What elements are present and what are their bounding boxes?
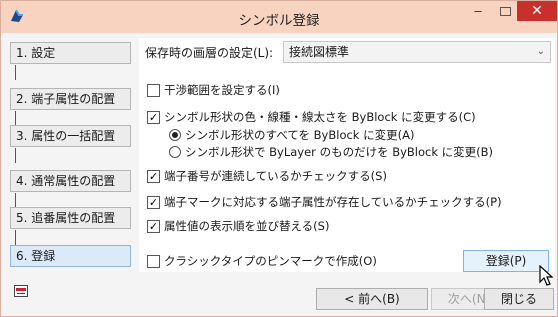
terminal-sequence-label: 端子番号が連続しているかチェックする(S)	[164, 169, 387, 183]
dialog-window: シンボル登録 ‒ ✕ 1. 設定 2. 端子属性の配置 3. 属性の一括配置 4…	[0, 0, 558, 317]
step-terminal-attributes[interactable]: 2. 端子属性の配置	[10, 88, 131, 110]
close-window-button[interactable]: ✕	[517, 1, 557, 21]
radio-all-byblock[interactable]: シンボル形状のすべてを ByBlock に変更(A)	[169, 127, 414, 143]
terminal-mark-checkbox[interactable]: ✓ 端子マークに対応する端子属性が存在しているかチェックする(P)	[147, 194, 502, 210]
step-settings[interactable]: 1. 設定	[10, 42, 131, 64]
close-button[interactable]: 閉じる	[484, 288, 554, 310]
classic-pin-checkbox[interactable]: クラシックタイプのピンマークで作成(O)	[147, 253, 377, 269]
interference-checkbox[interactable]: 干渉範囲を設定する(I)	[147, 82, 280, 98]
step-connector	[15, 148, 16, 163]
radio-selected-icon	[169, 129, 181, 141]
checkbox-box: ✓	[147, 169, 160, 183]
mouse-pointer-icon	[539, 265, 554, 286]
layer-select[interactable]: 接続図標準 ⌄	[283, 41, 551, 63]
terminal-mark-label: 端子マークに対応する端子属性が存在しているかチェックする(P)	[164, 195, 502, 209]
interference-label: 干渉範囲を設定する(I)	[164, 83, 280, 97]
radio-unselected-icon	[169, 146, 181, 158]
byblock-checkbox[interactable]: ✓ シンボル形状の色・線種・線太さを ByBlock に変更する(C)	[147, 109, 476, 125]
register-button[interactable]: 登録(P)	[463, 250, 549, 272]
checkbox-box	[147, 254, 160, 268]
terminal-sequence-checkbox[interactable]: ✓ 端子番号が連続しているかチェックする(S)	[147, 168, 387, 184]
layer-select-value: 接続図標準	[289, 45, 350, 59]
window-layout-icon[interactable]	[14, 285, 28, 297]
step-connector	[15, 111, 16, 126]
layer-setting-label: 保存時の画層の設定(L):	[145, 46, 274, 60]
maximize-button[interactable]	[494, 1, 516, 21]
step-connector	[15, 193, 16, 208]
checkbox-box: ✓	[147, 195, 160, 209]
attribute-sort-checkbox[interactable]: ✓ 属性値の表示順を並び替える(S)	[147, 218, 329, 234]
chevron-down-icon: ⌄	[536, 46, 545, 57]
step-sequence-attributes[interactable]: 5. 追番属性の配置	[10, 207, 131, 229]
radio-bylayer-only[interactable]: シンボル形状で ByLayer のものだけを ByBlock に変更(B)	[169, 144, 493, 160]
back-button[interactable]: < 前へ(B)	[316, 288, 428, 310]
radio-all-label: シンボル形状のすべてを ByBlock に変更(A)	[185, 128, 415, 142]
title-bar[interactable]: シンボル登録 ‒ ✕	[1, 1, 557, 33]
maximize-icon	[499, 6, 511, 16]
byblock-label: シンボル形状の色・線種・線太さを ByBlock に変更する(C)	[164, 110, 476, 124]
step-register[interactable]: 6. 登録	[10, 245, 131, 267]
step-normal-attributes[interactable]: 4. 通常属性の配置	[10, 170, 131, 192]
minimize-button[interactable]: ‒	[464, 1, 492, 21]
classic-pin-label: クラシックタイプのピンマークで作成(O)	[164, 254, 377, 268]
checkbox-box: ✓	[147, 110, 160, 124]
step-connector	[15, 230, 16, 245]
radio-bylayer-label: シンボル形状で ByLayer のものだけを ByBlock に変更(B)	[185, 145, 494, 159]
attribute-sort-label: 属性値の表示順を並び替える(S)	[164, 219, 330, 233]
checkbox-box	[147, 83, 160, 97]
step-bulk-attributes[interactable]: 3. 属性の一括配置	[10, 125, 131, 147]
step-connector	[15, 65, 16, 80]
checkbox-box: ✓	[147, 219, 160, 233]
